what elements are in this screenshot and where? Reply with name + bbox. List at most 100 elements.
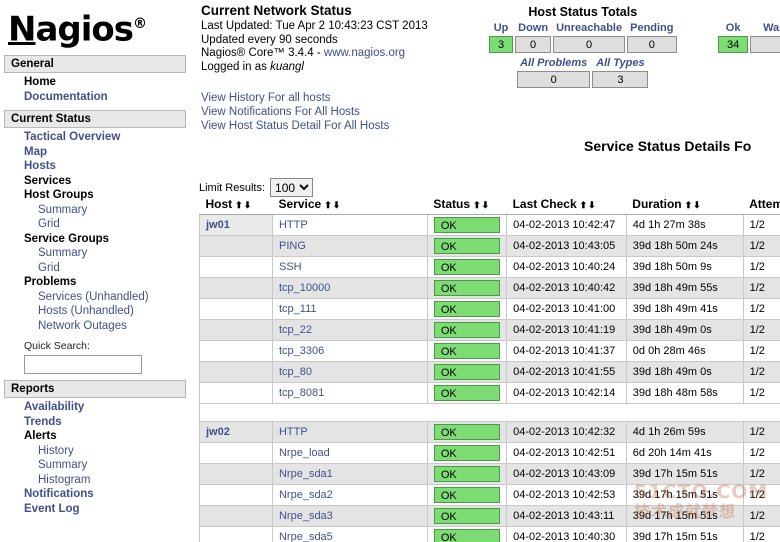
host-cell[interactable]: jw01 xyxy=(199,214,273,236)
service-link[interactable]: HTTP xyxy=(279,426,308,438)
column-header-last-check[interactable]: Last Check ⬆⬇ xyxy=(506,196,627,215)
sidebar-item-hosts[interactable]: Hosts xyxy=(0,159,192,174)
sidebar-item-grid[interactable]: Grid xyxy=(0,217,192,232)
service-cell[interactable]: PING xyxy=(271,235,428,257)
sidebar-item-summary[interactable]: Summary xyxy=(0,246,192,261)
service-link[interactable]: tcp_8081 xyxy=(279,387,324,399)
sort-arrows-icon[interactable]: ⬆⬇ xyxy=(580,200,597,210)
sidebar-item-service-groups[interactable]: Service Groups xyxy=(0,232,192,247)
sidebar-item-notifications[interactable]: Notifications xyxy=(0,487,192,502)
service-cell[interactable]: Nrpe_load xyxy=(271,442,428,464)
sidebar-item-label[interactable]: Event Log xyxy=(24,503,80,515)
service-link[interactable]: PING xyxy=(279,240,306,252)
service-link[interactable]: Nrpe_sda2 xyxy=(279,489,333,501)
sidebar-item-label[interactable]: Grid xyxy=(38,218,60,230)
limit-results-select[interactable]: 100 xyxy=(270,178,314,197)
totals-value-cell[interactable]: 3 xyxy=(489,36,514,53)
sidebar-item-network-outages[interactable]: Network Outages xyxy=(0,319,192,334)
totals-value-cell[interactable]: 0 xyxy=(553,36,626,53)
sidebar-item-label[interactable]: History xyxy=(38,445,74,457)
sidebar-item-history[interactable]: History xyxy=(0,444,192,459)
sort-arrows-icon[interactable]: ⬆⬇ xyxy=(324,200,341,210)
totals-value-cell[interactable] xyxy=(750,36,780,53)
sidebar-item-label[interactable]: Host Groups xyxy=(24,189,94,201)
sidebar-item-label[interactable]: Summary xyxy=(38,204,87,216)
sidebar-item-label[interactable]: Services (Unhandled) xyxy=(38,291,149,303)
sidebar-item-problems[interactable]: Problems xyxy=(0,275,192,290)
totals-value-cell[interactable]: 0 xyxy=(627,36,677,53)
service-link[interactable]: Nrpe_load xyxy=(279,447,330,459)
sidebar-item-label[interactable]: Availability xyxy=(24,401,84,413)
nagios-org-link[interactable]: www.nagios.org xyxy=(324,47,405,59)
sort-arrows-icon[interactable]: ⬆⬇ xyxy=(235,200,252,210)
sidebar-item-label[interactable]: Home xyxy=(24,76,56,88)
quick-search-input[interactable] xyxy=(24,355,142,375)
totals-value-cell[interactable]: 3 xyxy=(592,71,649,88)
sidebar-item-documentation[interactable]: Documentation xyxy=(0,90,192,105)
sidebar-item-services[interactable]: Services xyxy=(0,174,192,189)
service-link[interactable]: tcp_22 xyxy=(279,324,312,336)
sidebar-item-label[interactable]: Trends xyxy=(24,416,62,428)
column-header-status[interactable]: Status ⬆⬇ xyxy=(427,196,507,215)
sidebar-item-grid[interactable]: Grid xyxy=(0,261,192,276)
view-link[interactable]: View Notifications For All Hosts xyxy=(201,105,481,119)
sidebar-item-label[interactable]: Summary xyxy=(38,459,87,471)
sidebar-item-summary[interactable]: Summary xyxy=(0,203,192,218)
view-link[interactable]: View Host Status Detail For All Hosts xyxy=(201,119,481,133)
service-cell[interactable]: tcp_3306 xyxy=(271,340,428,362)
sidebar-item-hosts-unhandled[interactable]: Hosts (Unhandled) xyxy=(0,304,192,319)
service-link[interactable]: Nrpe_sda1 xyxy=(279,468,333,480)
sidebar-item-histogram[interactable]: Histogram xyxy=(0,473,192,488)
column-header-service[interactable]: Service ⬆⬇ xyxy=(272,196,428,215)
host-link[interactable]: jw01 xyxy=(206,219,230,231)
service-link[interactable]: tcp_3306 xyxy=(279,345,324,357)
service-link[interactable]: SSH xyxy=(279,261,302,273)
sort-arrows-icon[interactable]: ⬆⬇ xyxy=(685,200,702,210)
sidebar-item-label[interactable]: Tactical Overview xyxy=(24,131,120,143)
view-link[interactable]: View History For all hosts xyxy=(201,91,481,105)
sidebar-item-services-unhandled[interactable]: Services (Unhandled) xyxy=(0,290,192,305)
service-link[interactable]: tcp_111 xyxy=(279,303,317,315)
service-link[interactable]: tcp_10000 xyxy=(279,282,330,294)
service-cell[interactable]: tcp_22 xyxy=(271,319,428,341)
service-cell[interactable]: tcp_8081 xyxy=(271,382,428,404)
sort-arrows-icon[interactable]: ⬆⬇ xyxy=(473,200,490,210)
sidebar-item-tactical-overview[interactable]: Tactical Overview xyxy=(0,130,192,145)
service-cell[interactable]: Nrpe_sda5 xyxy=(271,526,428,542)
sidebar-item-alerts[interactable]: Alerts xyxy=(0,429,192,444)
sidebar-item-map[interactable]: Map xyxy=(0,145,192,160)
service-cell[interactable]: Nrpe_sda3 xyxy=(271,505,428,527)
sidebar-item-label[interactable]: Hosts (Unhandled) xyxy=(38,305,134,317)
sidebar-item-label[interactable]: Hosts xyxy=(24,160,56,172)
sidebar-item-label[interactable]: Services xyxy=(24,175,71,187)
sidebar-item-label[interactable]: Problems xyxy=(24,276,76,288)
sidebar-item-label[interactable]: Map xyxy=(24,146,47,158)
service-cell[interactable]: tcp_10000 xyxy=(271,277,428,299)
service-cell[interactable]: HTTP xyxy=(271,214,428,236)
service-cell[interactable]: Nrpe_sda2 xyxy=(271,484,428,506)
service-link[interactable]: Nrpe_sda3 xyxy=(279,510,333,522)
totals-value-cell[interactable]: 0 xyxy=(515,36,552,53)
sidebar-item-host-groups[interactable]: Host Groups xyxy=(0,188,192,203)
service-cell[interactable]: HTTP xyxy=(271,421,428,443)
sidebar-item-label[interactable]: Notifications xyxy=(24,488,94,500)
sidebar-item-event-log[interactable]: Event Log xyxy=(0,502,192,517)
sidebar-item-trends[interactable]: Trends xyxy=(0,415,192,430)
service-link[interactable]: tcp_80 xyxy=(279,366,312,378)
column-header-duration[interactable]: Duration ⬆⬇ xyxy=(626,196,744,215)
totals-value-cell[interactable]: 34 xyxy=(718,36,749,53)
column-header-host[interactable]: Host ⬆⬇ xyxy=(199,196,273,215)
sidebar-item-label[interactable]: Alerts xyxy=(24,430,57,442)
service-cell[interactable]: SSH xyxy=(271,256,428,278)
service-cell[interactable]: Nrpe_sda1 xyxy=(271,463,428,485)
service-cell[interactable]: tcp_80 xyxy=(271,361,428,383)
service-link[interactable]: HTTP xyxy=(279,219,308,231)
sidebar-item-label[interactable]: Histogram xyxy=(38,474,90,486)
sidebar-item-label[interactable]: Documentation xyxy=(24,91,108,103)
totals-value-cell[interactable]: 0 xyxy=(517,71,591,88)
sidebar-item-label[interactable]: Service Groups xyxy=(24,233,109,245)
sidebar-item-label[interactable]: Network Outages xyxy=(38,320,127,332)
service-cell[interactable]: tcp_111 xyxy=(271,298,428,320)
host-cell[interactable]: jw02 xyxy=(199,421,273,443)
sidebar-item-availability[interactable]: Availability xyxy=(0,400,192,415)
